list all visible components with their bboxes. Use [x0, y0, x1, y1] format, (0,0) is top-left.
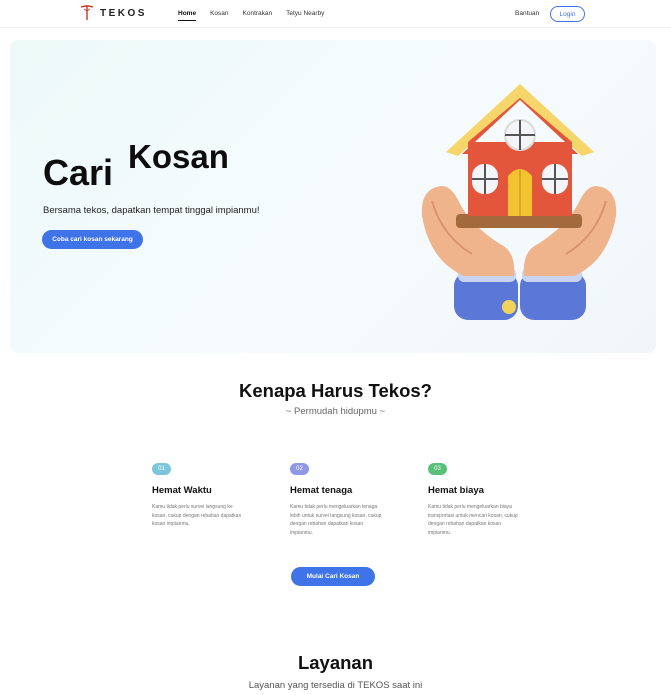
house-in-hands-illustration [421, 84, 617, 320]
hero-cta-button[interactable]: Coba cari kosan sekarang [42, 230, 143, 249]
brand-logo[interactable]: TEKOS [80, 5, 147, 21]
hero-subtitle: Bersama tekos, dapatkan tempat tinggal i… [43, 205, 260, 216]
why-section-title: Kenapa Harus Tekos? [239, 380, 432, 401]
feature-description: Kamu tidak perlu survei langsung ke kosa… [152, 504, 242, 527]
nav-link-home[interactable]: Home [178, 10, 197, 21]
tekos-logo-icon [80, 5, 94, 20]
nav-links: Home Kosan Kontrakan Tetyu Nearby [178, 10, 324, 21]
services-title: Layanan [297, 652, 374, 673]
login-button[interactable]: Login [550, 6, 585, 22]
services-subtitle: Layanan yang tersedia di TEKOS saat ini [248, 680, 423, 691]
feature-badge: 03 [428, 463, 447, 475]
feature-card-hemat-waktu: 01 Hemat Waktu Kamu tidak perlu survei l… [152, 463, 252, 529]
feature-card-hemat-biaya: 03 Hemat biaya Kamu tidak perlu mengelua… [428, 463, 528, 537]
brand-name: TEKOS [100, 7, 147, 19]
hero-title-kosan: Kosan [128, 138, 229, 175]
feature-card-hemat-tenaga: 02 Hemat tenaga Kamu tidak perlu mengelu… [290, 463, 390, 537]
nav-link-help[interactable]: Bantuan [515, 10, 539, 17]
feature-description: Kamu tidak perlu mengeluarkan tenaga leb… [290, 504, 382, 536]
navbar: TEKOS Home Kosan Kontrakan Tetyu Nearby … [0, 0, 671, 28]
feature-title: Hemat Waktu [152, 485, 212, 496]
feature-title: Hemat tenaga [290, 485, 353, 496]
feature-title: Hemat biaya [428, 485, 484, 496]
feature-badge: 02 [290, 463, 309, 475]
hero-title-cari: Cari [43, 152, 114, 193]
feature-description: Kamu tidak perlu mengeluarkan biaya tran… [428, 504, 518, 536]
nav-link-kontrakan[interactable]: Kontrakan [243, 10, 273, 17]
nav-link-nearby[interactable]: Tetyu Nearby [286, 10, 324, 17]
why-section-subtitle: ~ Permudah hidupmu ~ [285, 406, 386, 417]
feature-badge: 01 [152, 463, 171, 475]
start-search-button[interactable]: Mulai Cari Kosan [291, 567, 375, 586]
nav-link-kosan[interactable]: Kosan [210, 10, 228, 17]
